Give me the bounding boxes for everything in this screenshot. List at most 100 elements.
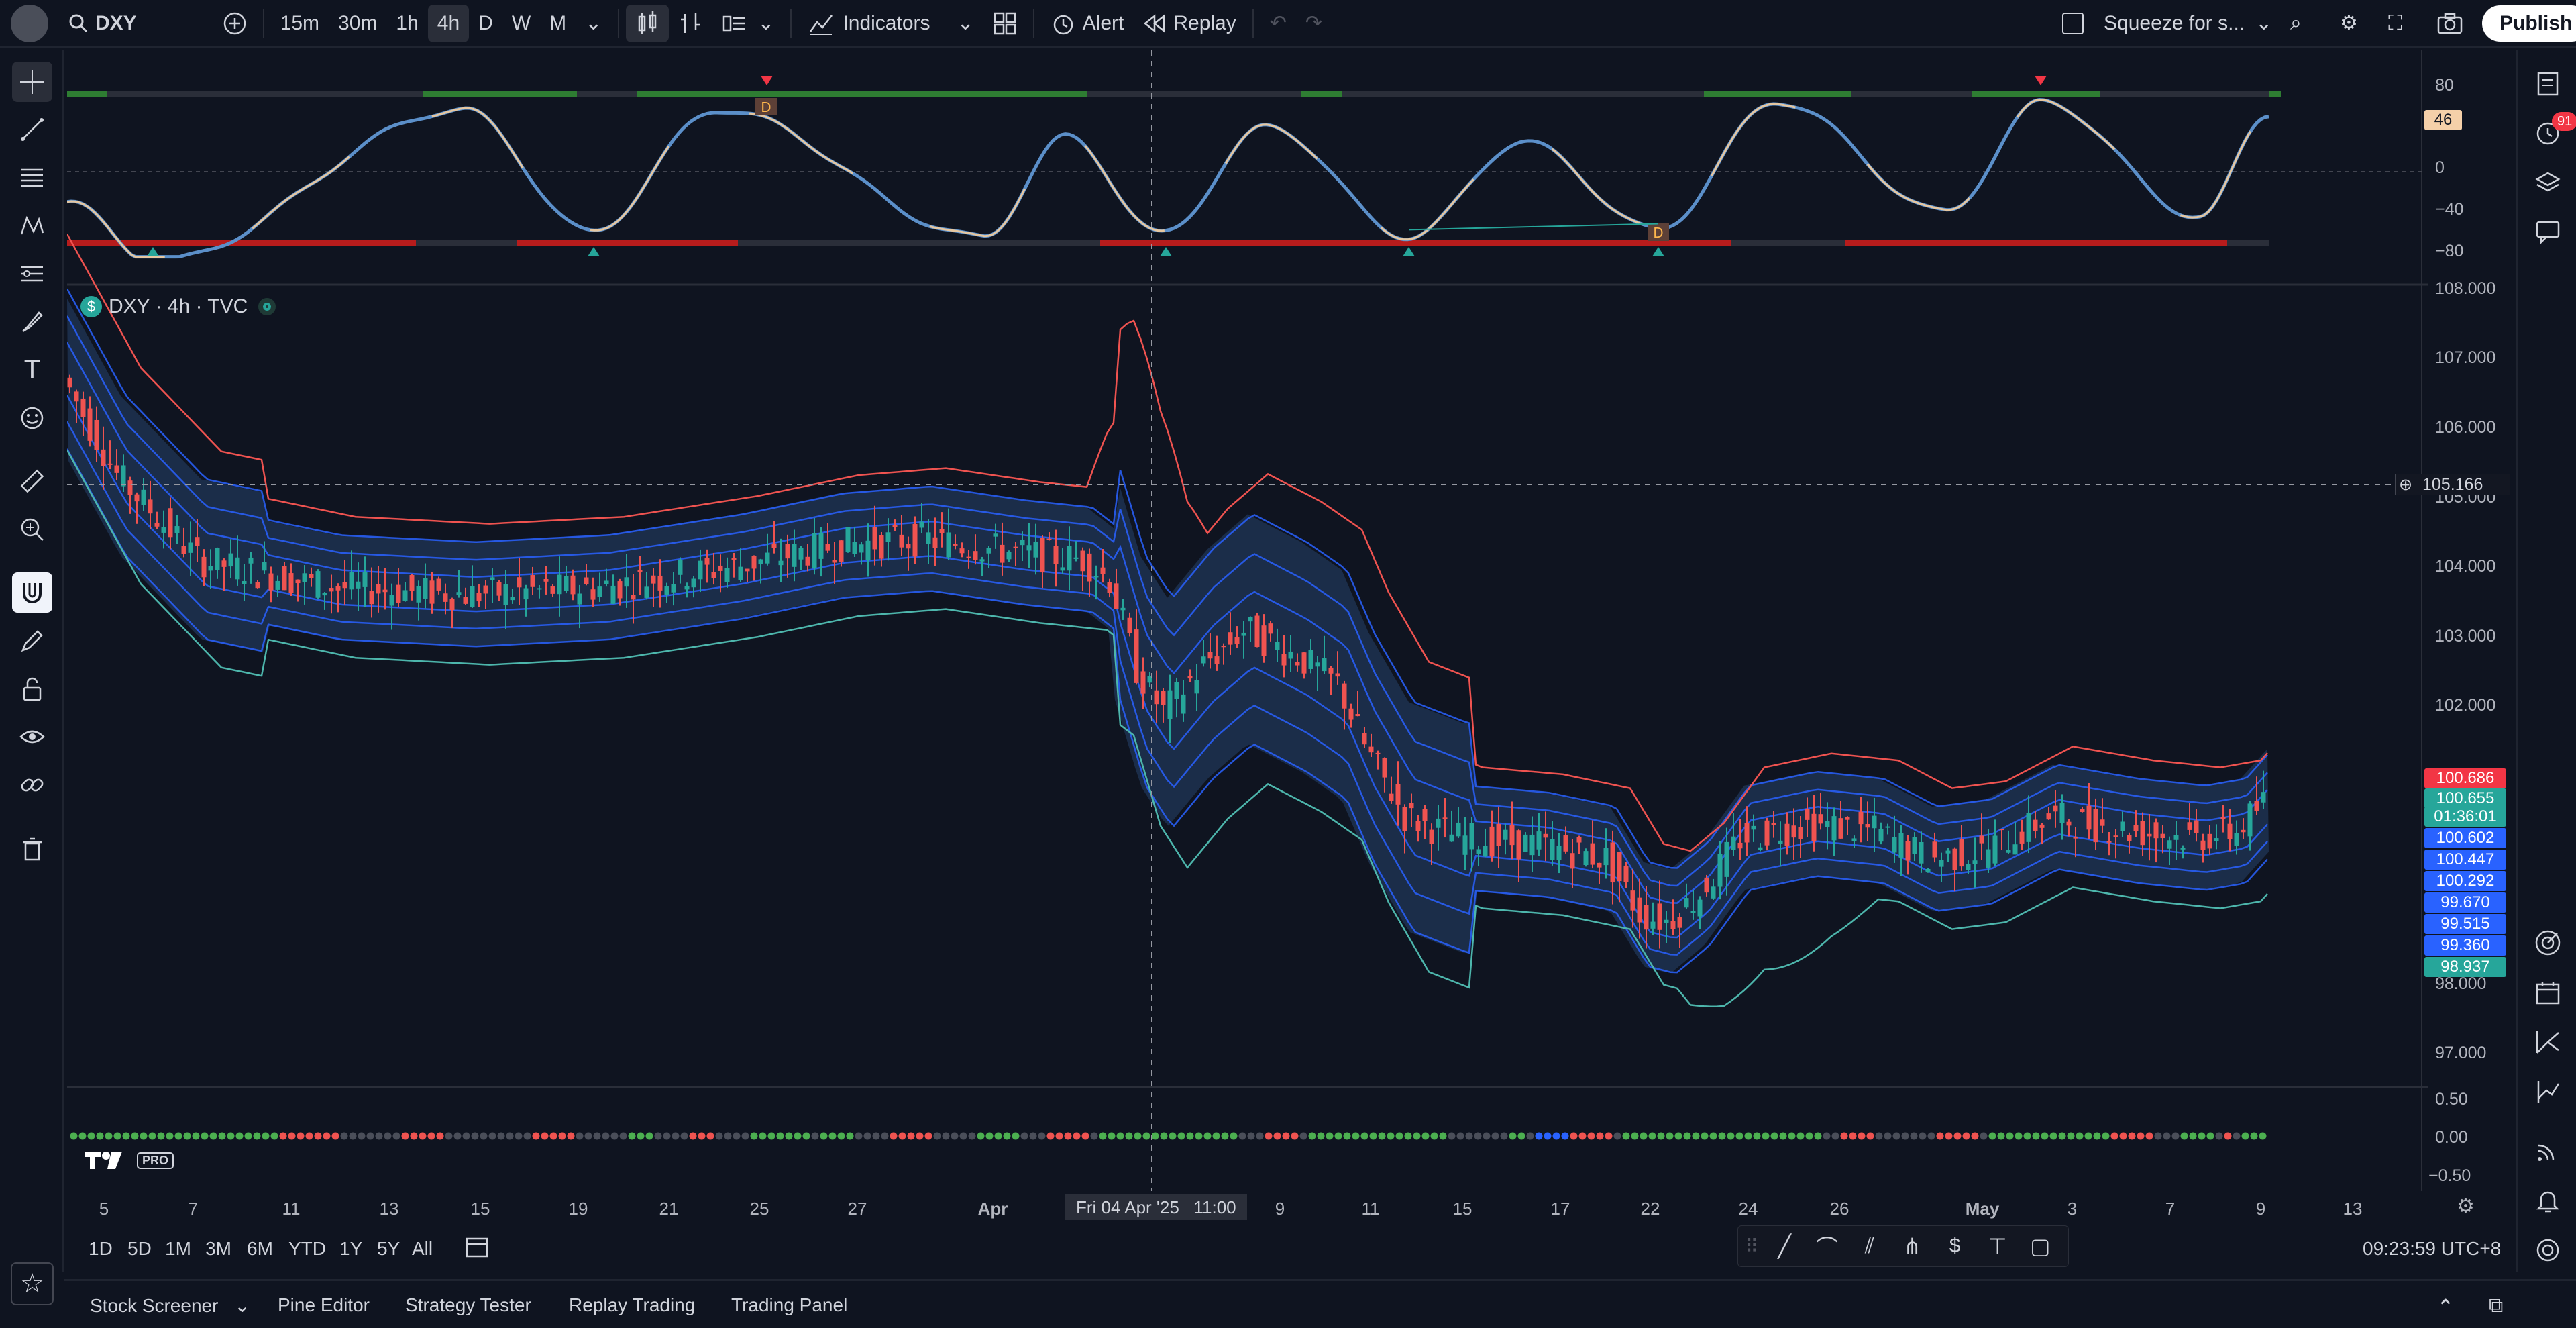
- magnet-mode-button[interactable]: [12, 572, 52, 613]
- range-button-1d[interactable]: 1D: [89, 1238, 113, 1260]
- tab-stock-screener[interactable]: Stock Screener ⌄: [90, 1294, 250, 1317]
- range-button-3m[interactable]: 3M: [205, 1238, 231, 1260]
- layout-menu-button[interactable]: Squeeze for s... ⌄: [2053, 5, 2282, 42]
- publish-button[interactable]: Publish: [2482, 5, 2576, 42]
- remove-drawings-button[interactable]: [12, 829, 52, 869]
- watchlist-button[interactable]: [2528, 64, 2568, 104]
- go-to-date-button[interactable]: [464, 1235, 490, 1264]
- forecast-tool[interactable]: [12, 254, 52, 294]
- clock-timezone[interactable]: 09:23:59 UTC+8: [2363, 1238, 2501, 1260]
- fib-tool[interactable]: [12, 158, 52, 198]
- data-feed-button[interactable]: [2528, 1131, 2568, 1171]
- range-button-5d[interactable]: 5D: [127, 1238, 152, 1260]
- compare-symbol-button[interactable]: [213, 5, 256, 42]
- options-button[interactable]: [2528, 1022, 2568, 1062]
- bar-chart-type-button[interactable]: [669, 5, 712, 42]
- pattern-tool[interactable]: [12, 206, 52, 246]
- curve-tool-icon[interactable]: ⌒: [1806, 1231, 1849, 1262]
- alert-button[interactable]: Alert: [1041, 5, 1134, 42]
- text-tool[interactable]: T: [12, 350, 52, 390]
- add-alert-icon[interactable]: ⊕: [2396, 475, 2416, 495]
- favorites-button[interactable]: ☆: [11, 1262, 54, 1305]
- squeeze-dot: [968, 1132, 976, 1140]
- candle-body: [449, 599, 455, 610]
- fullscreen-button[interactable]: ⛶: [2379, 5, 2412, 42]
- candle-body: [2080, 809, 2085, 812]
- squeeze-dot: [244, 1132, 252, 1140]
- object-tree-button[interactable]: [2528, 162, 2568, 203]
- calendar-button[interactable]: [2528, 972, 2568, 1013]
- range-button-5y[interactable]: 5Y: [377, 1238, 400, 1260]
- zoom-tool[interactable]: [12, 509, 52, 550]
- squeeze-dot: [549, 1132, 557, 1140]
- candle-body: [590, 589, 596, 600]
- avatar[interactable]: [9, 4, 50, 42]
- squeeze-dot: [1980, 1132, 1988, 1140]
- time-axis-settings-icon[interactable]: ⚙: [2457, 1194, 2475, 1218]
- emoji-tool[interactable]: [12, 398, 52, 438]
- date-range-icon[interactable]: ⊤: [1976, 1233, 2019, 1259]
- squeeze-dot: [855, 1132, 863, 1140]
- notifications-button[interactable]: [2528, 1180, 2568, 1221]
- screener-button[interactable]: [2528, 923, 2568, 963]
- candles-chart-type-button[interactable]: [626, 4, 669, 42]
- alerts-button[interactable]: 91: [2528, 112, 2576, 154]
- tab-trading-panel[interactable]: Trading Panel: [731, 1294, 847, 1316]
- settings-button[interactable]: ⚙: [2330, 5, 2367, 42]
- trend-line-tool[interactable]: [12, 109, 52, 150]
- squeeze-dot: [1221, 1132, 1229, 1140]
- maximize-panel-button[interactable]: ⧉: [2489, 1294, 2503, 1317]
- candle-body: [154, 522, 160, 527]
- lock-drawings-button[interactable]: [12, 669, 52, 709]
- squeeze-dot: [2006, 1132, 2014, 1140]
- measure-tool[interactable]: [12, 461, 52, 501]
- tab-replay-trading[interactable]: Replay Trading: [569, 1294, 695, 1316]
- sync-drawings-button[interactable]: [12, 765, 52, 805]
- drag-handle-icon[interactable]: ⠿: [1745, 1235, 1763, 1258]
- interval-1h[interactable]: 1h: [386, 5, 427, 42]
- range-button-ytd[interactable]: YTD: [288, 1238, 326, 1260]
- interval-4h[interactable]: 4h: [427, 4, 470, 42]
- crosshair-tool[interactable]: [12, 62, 52, 102]
- layouts-button[interactable]: [983, 5, 1026, 42]
- rectangle-tool-icon[interactable]: ▢: [2019, 1233, 2061, 1259]
- chart-canvas[interactable]: DD: [67, 50, 2428, 1191]
- indicators-button[interactable]: Indicators ⌄: [798, 5, 983, 42]
- snapshot-button[interactable]: [2427, 5, 2473, 42]
- interval-m[interactable]: M: [540, 5, 576, 42]
- replay-button[interactable]: Replay: [1133, 5, 1245, 42]
- squeeze-dot: [1404, 1132, 1412, 1140]
- pitchfork-tool-icon[interactable]: ⋔: [1891, 1233, 1934, 1259]
- interval-15m[interactable]: 15m: [271, 5, 329, 42]
- tab-strategy-tester[interactable]: Strategy Tester: [405, 1294, 531, 1316]
- symbol-legend[interactable]: $ DXY · 4h · TVC: [80, 295, 276, 318]
- interval-dropdown[interactable]: ⌄: [576, 5, 611, 42]
- undo-button[interactable]: ↶: [1260, 5, 1296, 42]
- channel-tool-icon[interactable]: ⫽: [1848, 1233, 1891, 1259]
- hide-drawings-button[interactable]: [12, 717, 52, 757]
- chats-button[interactable]: [2528, 211, 2568, 252]
- interval-30m[interactable]: 30m: [329, 5, 386, 42]
- symbol-search-button[interactable]: DXY: [59, 5, 146, 42]
- brush-tool[interactable]: [12, 302, 52, 342]
- price-range-icon[interactable]: $: [1933, 1235, 1976, 1258]
- tab-pine-editor[interactable]: Pine Editor: [278, 1294, 370, 1316]
- squeeze-dot: [358, 1132, 366, 1140]
- quick-search-button[interactable]: ⌕: [2281, 5, 2311, 42]
- range-button-1m[interactable]: 1M: [165, 1238, 191, 1260]
- candle-body: [2153, 822, 2159, 839]
- chart-style-button[interactable]: ⌄: [712, 5, 784, 42]
- line-tool-icon[interactable]: ╱: [1763, 1233, 1806, 1259]
- range-button-6m[interactable]: 6M: [247, 1238, 273, 1260]
- interval-d[interactable]: D: [469, 5, 502, 42]
- redo-button[interactable]: ↷: [1296, 5, 1332, 42]
- interval-w[interactable]: W: [502, 5, 540, 42]
- squeeze-dot: [148, 1132, 156, 1140]
- stay-in-drawing-mode-button[interactable]: [12, 621, 52, 661]
- range-button-1y[interactable]: 1Y: [339, 1238, 362, 1260]
- range-button-all[interactable]: All: [412, 1238, 433, 1260]
- help-button[interactable]: [2528, 1230, 2568, 1270]
- collapse-panel-button[interactable]: ⌃: [2436, 1294, 2455, 1320]
- squeeze-dot: [2032, 1132, 2040, 1140]
- tech-analysis-button[interactable]: [2528, 1072, 2568, 1112]
